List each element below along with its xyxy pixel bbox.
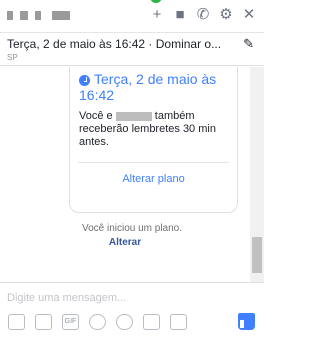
plan-started-notice: Você iniciou um plano. bbox=[81, 223, 183, 234]
attach-icon[interactable] bbox=[116, 314, 133, 330]
chat-titlebar: + ■ ✆ ⚙ ✕ bbox=[0, 0, 264, 33]
change-link[interactable]: Alterar bbox=[0, 237, 250, 248]
emoji-icon[interactable] bbox=[89, 314, 106, 330]
composer-toolbar: GIF bbox=[8, 314, 187, 330]
plan-header[interactable]: Terça, 2 de maio às 16:42 · Dominar o...… bbox=[0, 33, 264, 66]
plan-title[interactable]: Terça, 2 de maio às 16:42 · Dominar o... bbox=[7, 37, 221, 51]
edit-pencil-icon[interactable]: ✎ bbox=[243, 36, 254, 52]
add-icon[interactable]: + bbox=[150, 7, 164, 23]
gear-icon[interactable]: ⚙ bbox=[219, 7, 233, 23]
composer: Digite uma mensagem... GIF bbox=[0, 282, 264, 338]
plan-date: Terça, 2 de maio às 16:42 bbox=[79, 71, 217, 103]
camera-icon[interactable] bbox=[143, 314, 160, 330]
video-call-icon[interactable]: ■ bbox=[173, 7, 187, 23]
scrollbar-thumb[interactable] bbox=[252, 237, 262, 273]
contact-name-redacted[interactable] bbox=[52, 11, 70, 20]
close-icon[interactable]: ✕ bbox=[242, 7, 256, 23]
change-plan-button[interactable]: Alterar plano bbox=[70, 173, 237, 185]
message-input[interactable]: Digite uma mensagem... bbox=[7, 292, 126, 304]
sticker-icon[interactable] bbox=[35, 314, 52, 330]
contact-name-redacted[interactable] bbox=[20, 11, 28, 20]
plan-place: SP bbox=[7, 53, 18, 62]
like-icon[interactable] bbox=[238, 313, 255, 330]
chat-area: Terça, 2 de maio às 16:42 Você e também … bbox=[0, 67, 250, 282]
divider bbox=[78, 162, 229, 163]
gif-icon[interactable]: GIF bbox=[62, 314, 79, 330]
phone-icon[interactable]: ✆ bbox=[196, 7, 210, 23]
plan-card: Terça, 2 de maio às 16:42 Você e também … bbox=[69, 67, 238, 213]
scrollbar[interactable] bbox=[250, 67, 264, 282]
plan-description: Você e também receberão lembretes 30 min… bbox=[79, 110, 229, 149]
contact-name-redacted[interactable] bbox=[7, 11, 13, 20]
name-redacted bbox=[115, 111, 152, 121]
photo-icon[interactable] bbox=[8, 314, 25, 330]
desc-start: Você e bbox=[79, 110, 113, 122]
clipboard-icon[interactable] bbox=[170, 314, 187, 330]
contact-name-redacted[interactable] bbox=[35, 11, 41, 20]
online-indicator bbox=[150, 0, 162, 3]
